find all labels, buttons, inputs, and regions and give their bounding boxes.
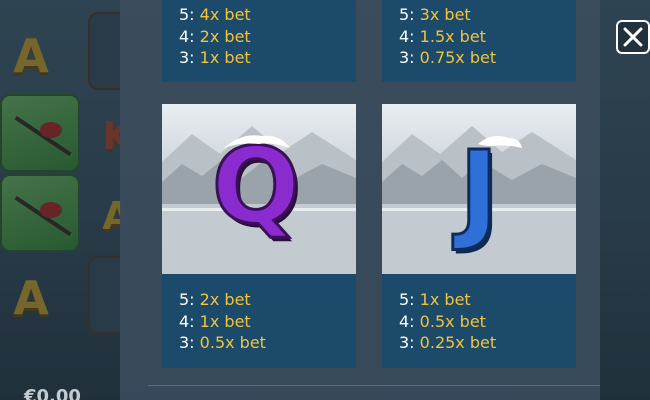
payout-row: 4: 1.5x bet xyxy=(399,26,486,46)
payout-row: 5: 3x bet xyxy=(399,5,471,24)
payout-list: 5: 2x bet 4: 1x bet 3: 0.5x bet xyxy=(179,289,266,354)
payout-row: 5: 2x bet xyxy=(179,290,251,309)
close-button[interactable] xyxy=(616,20,650,54)
paytable-screen: A A A K €0.00 5: 4x bet 4: 2x bet 3: 1x … xyxy=(0,0,650,400)
payout-row: 5: 1x bet xyxy=(399,290,471,309)
close-icon xyxy=(623,27,643,47)
payout-row: 5: 4x bet xyxy=(179,5,251,24)
j-symbol-art: J J xyxy=(382,104,576,274)
paytable-card-q: Q Q 5: 2x bet 4: 1x bet 3: 0.5x bet xyxy=(162,104,356,368)
payout-row: 4: 0.5x bet xyxy=(399,311,486,331)
q-symbol-art: Q Q xyxy=(162,104,356,274)
balance-display: €0.00 xyxy=(24,386,81,400)
payout-row: 4: 1x bet xyxy=(179,311,251,331)
payout-list: 5: 4x bet 4: 2x bet 3: 1x bet xyxy=(179,4,251,69)
j-letter: J xyxy=(452,129,499,254)
payout-row: 3: 0.5x bet xyxy=(179,333,266,352)
payout-list: 5: 1x bet 4: 0.5x bet 3: 0.25x bet xyxy=(399,289,496,354)
payout-row: 3: 0.75x bet xyxy=(399,48,497,67)
paytable-card-top-left: 5: 4x bet 4: 2x bet 3: 1x bet xyxy=(162,0,356,82)
divider xyxy=(148,385,600,386)
paytable-card-top-right: 5: 3x bet 4: 1.5x bet 3: 0.75x bet xyxy=(382,0,576,82)
paytable-card-j: J J 5: 1x bet 4: 0.5x bet 3: 0.25x bet xyxy=(382,104,576,368)
payout-row: 3: 1x bet xyxy=(179,48,251,67)
payout-row: 4: 2x bet xyxy=(179,26,251,46)
payout-row: 3: 0.25x bet xyxy=(399,333,497,352)
payout-list: 5: 3x bet 4: 1.5x bet 3: 0.75x bet xyxy=(399,4,496,69)
